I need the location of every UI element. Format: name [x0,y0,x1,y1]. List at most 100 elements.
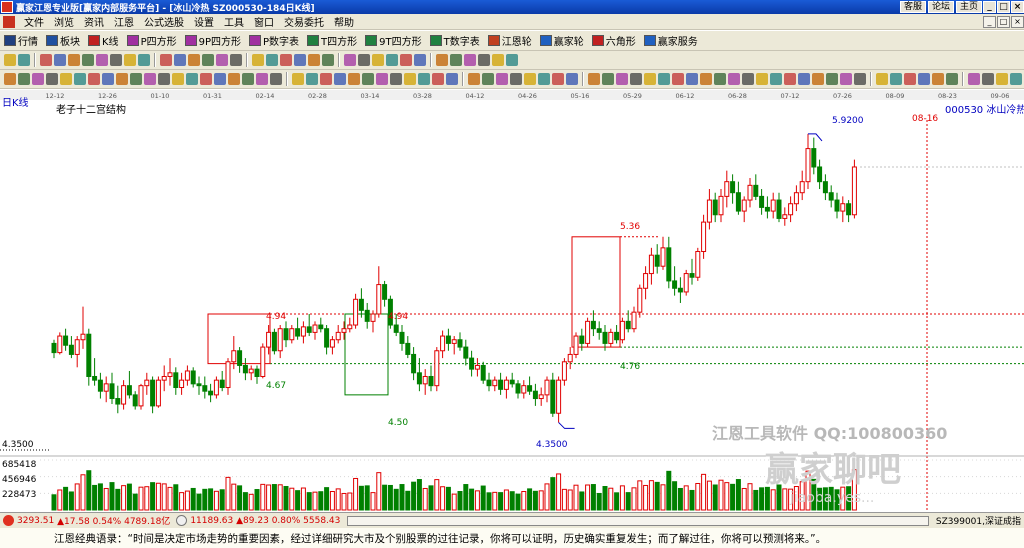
analysis-tool-icon-21[interactable] [306,73,318,85]
drawing-tool-icon-27[interactable] [414,54,426,66]
homepage-button[interactable]: 主页 [955,1,982,13]
minimize-button[interactable]: _ [983,1,996,13]
analysis-tool-icon-49[interactable] [714,73,726,85]
analysis-tool-icon-1[interactable] [18,73,30,85]
analysis-tool-icon-25[interactable] [362,73,374,85]
kline-chart-area[interactable]: 12-12 12-26 01-10 01-31 02-14 02-28 03-14 03-28… [0,90,1024,512]
menu-gann[interactable]: 江恩 [109,14,139,29]
analysis-tool-icon-43[interactable] [630,73,642,85]
drawing-tool-icon-21[interactable] [322,54,334,66]
drawing-tool-icon-3[interactable] [54,54,66,66]
toolbar-item-4[interactable]: 9P四方形 [181,33,245,48]
analysis-tool-icon-24[interactable] [348,73,360,85]
child-minimize-button[interactable]: _ [983,15,996,28]
drawing-tool-icon-28[interactable] [436,54,448,66]
analysis-tool-icon-26[interactable] [376,73,388,85]
analysis-tool-icon-50[interactable] [728,73,740,85]
drawing-tool-icon-8[interactable] [124,54,136,66]
drawing-tool-icon-15[interactable] [230,54,242,66]
analysis-tool-icon-11[interactable] [158,73,170,85]
drawing-tool-icon-9[interactable] [138,54,150,66]
maximize-button[interactable]: □ [997,1,1010,13]
sh-index-segment[interactable]: 3293.51 ▲17.58 0.54% 4789.18亿 [0,514,173,527]
analysis-tool-icon-57[interactable] [826,73,838,85]
menu-trading[interactable]: 交易委托 [279,14,329,29]
analysis-tool-icon-18[interactable] [256,73,268,85]
drawing-tool-icon-1[interactable] [18,54,30,66]
drawing-tool-icon-32[interactable] [492,54,504,66]
sz-index-segment[interactable]: 11189.63 ▲89.23 0.80% 5558.43 [173,515,343,526]
analysis-tool-icon-65[interactable] [946,73,958,85]
drawing-tool-icon-5[interactable] [82,54,94,66]
toolbar-item-8[interactable]: T数字表 [426,33,484,48]
analysis-tool-icon-53[interactable] [770,73,782,85]
menu-window[interactable]: 窗口 [249,14,279,29]
menu-formula-screening[interactable]: 公式选股 [139,14,189,29]
analysis-tool-icon-10[interactable] [144,73,156,85]
analysis-tool-icon-54[interactable] [784,73,796,85]
drawing-tool-icon-20[interactable] [308,54,320,66]
analysis-tool-icon-28[interactable] [404,73,416,85]
menu-file[interactable]: 文件 [19,14,49,29]
menu-app-icon[interactable] [3,15,15,28]
drawing-tool-icon-25[interactable] [386,54,398,66]
analysis-tool-icon-60[interactable] [876,73,888,85]
analysis-tool-icon-41[interactable] [602,73,614,85]
toolbar-item-12[interactable]: 赢家服务 [640,33,702,48]
menu-help[interactable]: 帮助 [329,14,359,29]
drawing-tool-icon-10[interactable] [160,54,172,66]
analysis-tool-icon-15[interactable] [214,73,226,85]
analysis-tool-icon-47[interactable] [686,73,698,85]
toolbar-item-7[interactable]: 9T四方形 [361,33,425,48]
drawing-tool-icon-30[interactable] [464,54,476,66]
analysis-tool-icon-68[interactable] [996,73,1008,85]
drawing-tool-icon-17[interactable] [266,54,278,66]
analysis-tool-icon-67[interactable] [982,73,994,85]
analysis-tool-icon-55[interactable] [798,73,810,85]
analysis-tool-icon-3[interactable] [46,73,58,85]
drawing-tool-icon-2[interactable] [40,54,52,66]
analysis-tool-icon-46[interactable] [672,73,684,85]
horizontal-scrollbar[interactable] [347,515,929,526]
menu-browse[interactable]: 浏览 [49,14,79,29]
analysis-tool-icon-8[interactable] [116,73,128,85]
analysis-tool-icon-66[interactable] [968,73,980,85]
analysis-tool-icon-32[interactable] [468,73,480,85]
drawing-tool-icon-7[interactable] [110,54,122,66]
analysis-tool-icon-44[interactable] [644,73,656,85]
analysis-tool-icon-64[interactable] [932,73,944,85]
toolbar-item-10[interactable]: 赢家轮 [536,33,588,48]
analysis-tool-icon-30[interactable] [432,73,444,85]
drawing-tool-icon-29[interactable] [450,54,462,66]
analysis-tool-icon-58[interactable] [840,73,852,85]
drawing-tool-icon-12[interactable] [188,54,200,66]
toolbar-item-2[interactable]: K线 [84,33,123,48]
analysis-tool-icon-59[interactable] [854,73,866,85]
toolbar-item-1[interactable]: 板块 [42,33,84,48]
toolbar-item-6[interactable]: T四方形 [303,33,361,48]
analysis-tool-icon-4[interactable] [60,73,72,85]
analysis-tool-icon-31[interactable] [446,73,458,85]
drawing-tool-icon-13[interactable] [202,54,214,66]
analysis-tool-icon-52[interactable] [756,73,768,85]
toolbar-item-5[interactable]: P数字表 [245,33,303,48]
analysis-tool-icon-9[interactable] [130,73,142,85]
analysis-tool-icon-0[interactable] [4,73,16,85]
drawing-tool-icon-31[interactable] [478,54,490,66]
toolbar-item-0[interactable]: 行情 [0,33,42,48]
analysis-tool-icon-69[interactable] [1010,73,1022,85]
analysis-tool-icon-33[interactable] [482,73,494,85]
menu-tools[interactable]: 工具 [219,14,249,29]
analysis-tool-icon-40[interactable] [588,73,600,85]
analysis-tool-icon-36[interactable] [524,73,536,85]
drawing-tool-icon-11[interactable] [174,54,186,66]
analysis-tool-icon-5[interactable] [74,73,86,85]
service-button[interactable]: 客服 [899,1,926,13]
analysis-tool-icon-12[interactable] [172,73,184,85]
analysis-tool-icon-2[interactable] [32,73,44,85]
child-restore-button[interactable]: □ [997,15,1010,28]
analysis-tool-icon-16[interactable] [228,73,240,85]
drawing-tool-icon-0[interactable] [4,54,16,66]
analysis-tool-icon-61[interactable] [890,73,902,85]
toolbar-item-11[interactable]: 六角形 [588,33,640,48]
